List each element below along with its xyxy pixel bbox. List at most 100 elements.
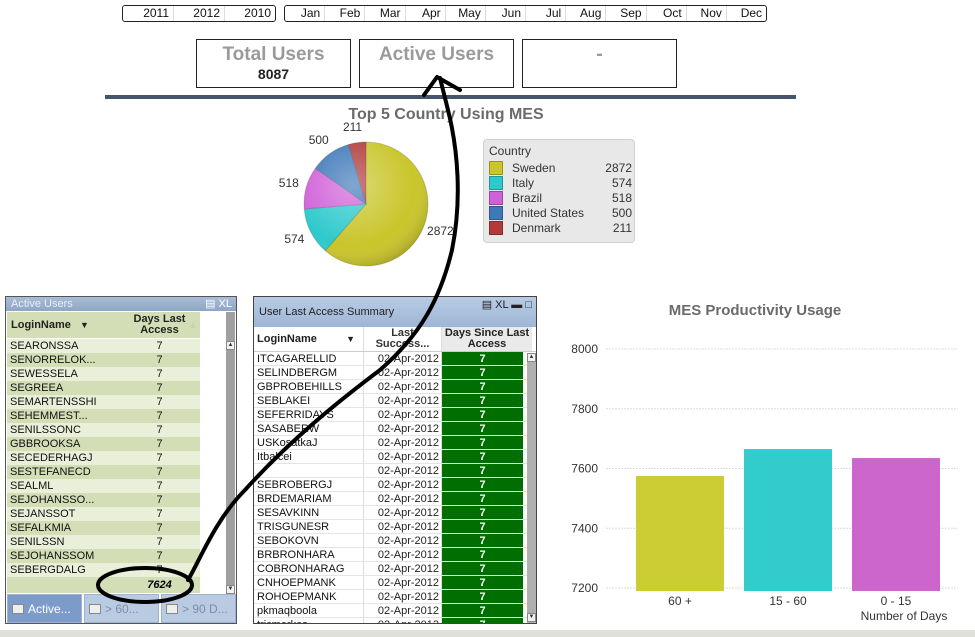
cell-loginname[interactable]: SEBLAKEI	[254, 394, 364, 407]
cell-loginname[interactable]: SEBROBERGJ	[254, 478, 364, 491]
scroll-up-button[interactable]: ▲	[226, 341, 235, 350]
cell-loginname[interactable]: SECEDERHAGJ	[7, 451, 119, 465]
month-option-jan[interactable]: Jan	[285, 6, 326, 21]
month-option-mar[interactable]: Mar	[365, 6, 406, 21]
cell-loginname[interactable]: COBRONHARAG	[254, 562, 364, 575]
table-row[interactable]: ROHOEPMANK 02-Apr-2012 7	[254, 590, 536, 604]
cell-loginname[interactable]: SEBOKOVN	[254, 534, 364, 547]
column-header-days-since[interactable]: Days Since Last Access	[442, 327, 532, 351]
table-row[interactable]: SESAVKINN 02-Apr-2012 7	[254, 506, 536, 520]
table-row[interactable]: SEBLAKEI 02-Apr-2012 7	[254, 394, 536, 408]
xl-icon[interactable]: XL	[495, 299, 508, 311]
table-row[interactable]: SEMARTENSSHI 7	[7, 395, 200, 409]
table-row[interactable]: SEBERGDALG 7	[7, 563, 200, 577]
table-row[interactable]: tricmerkes02-Apr-20127	[254, 618, 536, 623]
table-row[interactable]: SEJOHANSSO... 7	[7, 493, 200, 507]
table-row[interactable]: SEBROBERGJ 02-Apr-2012 7	[254, 478, 536, 492]
kpi-total-users[interactable]: Total Users 8087	[196, 39, 351, 88]
xl-icon[interactable]: XL	[219, 298, 232, 310]
legend-item[interactable]: Brazil 518	[489, 190, 634, 205]
cell-loginname[interactable]	[254, 464, 364, 477]
month-option-jul[interactable]: Jul	[526, 6, 567, 21]
table-row[interactable]: BRDEMARIAM 02-Apr-2012 7	[254, 492, 536, 506]
table-row[interactable]: CNHOEPMANK 02-Apr-2012 7	[254, 576, 536, 590]
bar-15-60[interactable]	[744, 449, 832, 591]
month-option-apr[interactable]: Apr	[406, 6, 446, 21]
table-row[interactable]: SEGREEA 7	[7, 381, 200, 395]
legend-item[interactable]: Italy 574	[489, 175, 634, 190]
sort-desc-icon[interactable]: ▼	[346, 327, 355, 352]
month-option-jun[interactable]: Jun	[486, 6, 527, 21]
legend-item[interactable]: Sweden 2872	[489, 160, 634, 175]
table-row[interactable]: SELINDBERGM 02-Apr-2012 7	[254, 366, 536, 380]
pie-chart[interactable]	[290, 128, 440, 278]
table-row[interactable]: 02-Apr-2012 7	[254, 464, 536, 478]
cell-loginname[interactable]: SENILSSONC	[7, 423, 119, 437]
cell-loginname[interactable]: SENORRELOK...	[7, 353, 119, 367]
legend-item[interactable]: Denmark 211	[489, 220, 634, 235]
cell-loginname[interactable]: CNHOEPMANK	[254, 576, 364, 589]
year-option-2012[interactable]: 2012	[174, 6, 225, 21]
cell-loginname[interactable]: BRDEMARIAM	[254, 492, 364, 505]
table-row[interactable]: SEBOKOVN 02-Apr-2012 7	[254, 534, 536, 548]
cell-loginname[interactable]: ROHOEPMANK	[254, 590, 364, 603]
column-header-loginname[interactable]: LoginName ▼	[7, 312, 119, 338]
tab-over-90[interactable]: > 90 D...	[161, 594, 236, 623]
kpi-placeholder[interactable]: -	[522, 39, 677, 88]
cell-loginname[interactable]: tricmerkes	[254, 618, 364, 623]
column-header-loginname[interactable]: LoginName ▼	[254, 327, 364, 351]
table-row[interactable]: SESTEFANECD 7	[7, 465, 200, 479]
bar-0-15[interactable]	[852, 458, 940, 591]
sort-desc-icon[interactable]: ▼	[80, 320, 89, 330]
table-row[interactable]: SASABERW 02-Apr-2012 7	[254, 422, 536, 436]
cell-loginname[interactable]: SESTEFANECD	[7, 465, 119, 479]
cell-loginname[interactable]: SEJANSSOT	[7, 507, 119, 521]
month-option-sep[interactable]: Sep	[606, 6, 647, 21]
cell-loginname[interactable]: SELINDBERGM	[254, 366, 364, 379]
bar-60plus[interactable]	[636, 475, 724, 591]
table-row[interactable]: SEJANSSOT 7	[7, 507, 200, 521]
cell-loginname[interactable]: SEARONSSA	[7, 339, 119, 353]
cell-loginname[interactable]: SEGREEA	[7, 381, 119, 395]
scroll-up-button[interactable]: ▲	[527, 353, 536, 362]
table-row[interactable]: BRBRONHARA 02-Apr-2012 7	[254, 548, 536, 562]
cell-loginname[interactable]: SEALML	[7, 479, 119, 493]
cell-loginname[interactable]: GBPROBEHILLS	[254, 380, 364, 393]
cell-loginname[interactable]: SEJOHANSSOM	[7, 549, 119, 563]
table-row[interactable]: SENILSSN 7	[7, 535, 200, 549]
bar-chart[interactable]: 7200 7400 7600 7800 8000 60 + 15 - 60 0 - 15Num…	[560, 330, 970, 630]
year-option-2011[interactable]: 2011	[123, 6, 174, 21]
cell-loginname[interactable]: SEFERRIDAYS	[254, 408, 364, 421]
year-option-2010[interactable]: 2010	[225, 6, 275, 21]
table-row[interactable]: TRISGUNESR 02-Apr-2012 7	[254, 520, 536, 534]
table-row[interactable]: ITCAGARELLID 02-Apr-2012 7	[254, 352, 536, 366]
minimize-icon[interactable]: ▬	[511, 299, 522, 311]
month-option-oct[interactable]: Oct	[647, 6, 687, 21]
legend-item[interactable]: United States 500	[489, 205, 634, 220]
table-row[interactable]: GBPROBEHILLS 02-Apr-2012 7	[254, 380, 536, 394]
table-row[interactable]: Itbalcei 02-Apr-2012 7	[254, 450, 536, 464]
scroll-down-button[interactable]: ▼	[527, 613, 536, 622]
vertical-scrollbar[interactable]	[527, 353, 536, 623]
cell-loginname[interactable]: SEFALKMIA	[7, 521, 119, 535]
table-row[interactable]: SEARONSSA 7	[7, 339, 200, 353]
month-option-nov[interactable]: Nov	[687, 6, 727, 21]
cell-loginname[interactable]: SENILSSN	[7, 535, 119, 549]
month-option-may[interactable]: May	[446, 6, 486, 21]
print-icon[interactable]: ▤	[205, 298, 215, 310]
sort-asc-icon[interactable]: ▲	[188, 320, 198, 331]
table-row[interactable]: SENILSSONC 7	[7, 423, 200, 437]
table-row[interactable]: SECEDERHAGJ 7	[7, 451, 200, 465]
column-header-days-last-access[interactable]: Days Last Access ▲	[119, 312, 200, 338]
table-row[interactable]: USKosatkaJ 02-Apr-2012 7	[254, 436, 536, 450]
table-row[interactable]: SEHEMMEST... 7	[7, 409, 200, 423]
table-row[interactable]: pkmaqboola 02-Apr-2012 7	[254, 604, 536, 618]
cell-loginname[interactable]: Itbalcei	[254, 450, 364, 463]
cell-loginname[interactable]: SASABERW	[254, 422, 364, 435]
table-row[interactable]: GBBROOKSA 7	[7, 437, 200, 451]
scroll-down-button[interactable]: ▼	[226, 585, 235, 594]
cell-loginname[interactable]: USKosatkaJ	[254, 436, 364, 449]
cell-loginname[interactable]: ITCAGARELLID	[254, 352, 364, 365]
table-row[interactable]: SEWESSELA 7	[7, 367, 200, 381]
table-row[interactable]: COBRONHARAG 02-Apr-2012 7	[254, 562, 536, 576]
